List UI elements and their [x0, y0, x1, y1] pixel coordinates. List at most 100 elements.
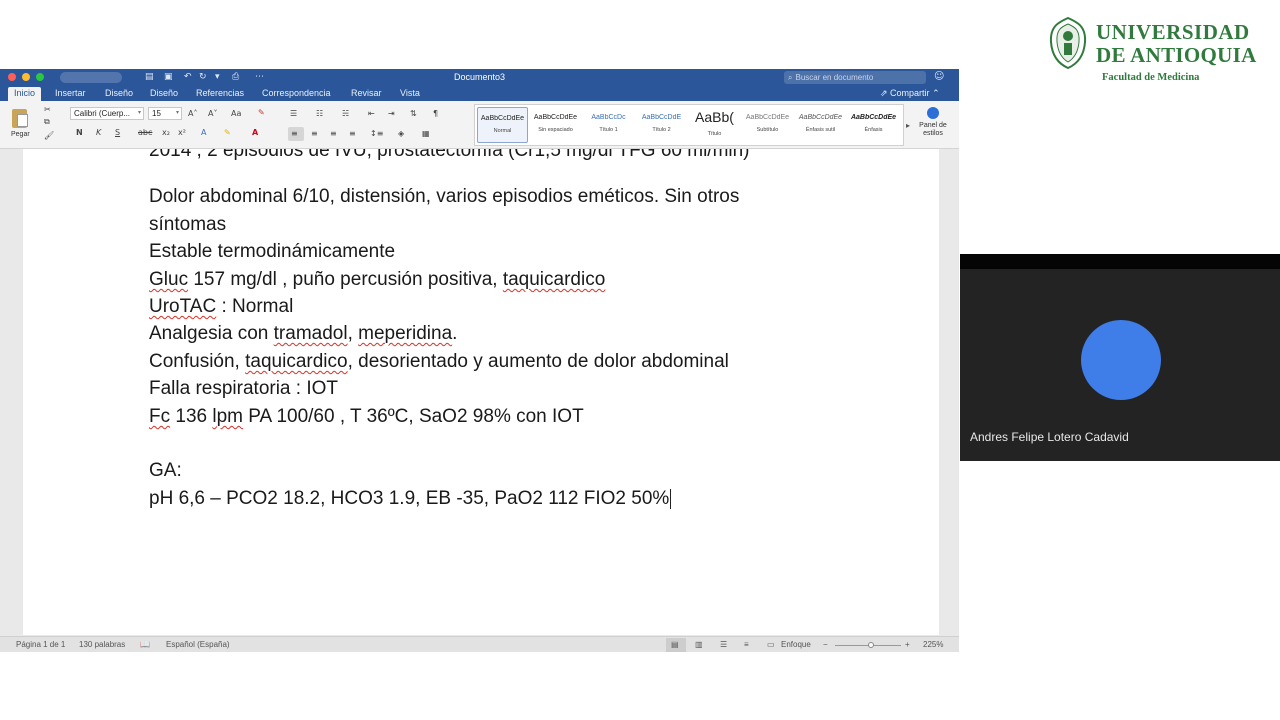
more-redo-icon[interactable]: ▾ — [215, 72, 220, 83]
spelling-flagged-word[interactable]: Fc — [149, 406, 170, 427]
sort-icon[interactable]: ⇅ — [410, 109, 417, 119]
justify-icon[interactable]: ≡ — [349, 129, 356, 139]
autosave-toggle[interactable] — [60, 72, 122, 83]
chevron-right-icon[interactable]: ▸ — [906, 121, 910, 130]
style-sample: AaBbCcDdEe — [533, 114, 578, 121]
zoom-level[interactable]: 225% — [923, 640, 943, 650]
text-cursor — [670, 488, 672, 509]
document-line: pH 6,6 – PCO2 18.2, HCO3 1.9, EB -35, Pa… — [149, 488, 672, 510]
italic-button[interactable]: K — [96, 128, 101, 138]
search-document-input[interactable]: ⌕ Buscar en documento — [784, 71, 926, 84]
customize-toolbar-icon[interactable]: ⋯ — [255, 72, 264, 83]
borders-icon[interactable]: ▦ — [422, 129, 430, 139]
minimize-window-button[interactable] — [22, 73, 30, 81]
style-titulo-2[interactable]: AaBbCcDdE Título 2 — [636, 107, 687, 143]
multilevel-list-icon[interactable]: ☵ — [342, 109, 349, 119]
cut-icon[interactable]: ✂ — [44, 105, 51, 115]
spelling-flagged-word[interactable]: taquicardico — [245, 351, 347, 372]
decrease-indent-icon[interactable]: ⇤ — [368, 109, 375, 119]
document-page[interactable]: 2014 , 2 episodios de IVU, prostatectomí… — [23, 149, 939, 635]
copy-icon[interactable]: ⧉ — [44, 117, 50, 127]
spelling-flagged-word[interactable]: meperidina — [358, 323, 452, 344]
spelling-flagged-word[interactable]: Gluc — [149, 269, 188, 290]
close-window-button[interactable] — [8, 73, 16, 81]
tab-vista[interactable]: Vista — [400, 88, 420, 99]
line-spacing-icon[interactable]: ↕≡ — [370, 129, 383, 139]
print-layout-icon[interactable]: ▤ — [671, 640, 679, 650]
tab-diseno-pagina[interactable]: Diseño — [150, 88, 178, 99]
page-count[interactable]: Página 1 de 1 — [16, 640, 65, 650]
draft-view-icon[interactable]: ≡ — [744, 640, 749, 650]
style-name: Normal — [493, 128, 512, 134]
style-titulo-1[interactable]: AaBbCcDc Título 1 — [583, 107, 634, 143]
share-button[interactable]: ⇗ Compartir ⌃ — [880, 88, 940, 99]
underline-button[interactable]: S — [115, 128, 120, 138]
sidebar-icon[interactable]: ▤ — [145, 72, 154, 83]
highlight-icon[interactable]: ✎ — [224, 128, 231, 138]
line-text: 157 mg/dl , puño percusión positiva, — [188, 269, 503, 290]
redo-icon[interactable]: ↻ — [199, 72, 207, 83]
change-case-icon[interactable]: Aa — [231, 109, 241, 119]
subscript-button[interactable]: x₂ — [162, 128, 170, 138]
save-icon[interactable]: ▣ — [164, 72, 173, 83]
tab-insertar[interactable]: Insertar — [55, 88, 86, 99]
style-titulo[interactable]: AaBb( Título — [689, 107, 740, 143]
styles-panel-button[interactable]: Panel de estilos — [918, 107, 948, 138]
style-enfasis[interactable]: AaBbCcDdEe Énfasis — [848, 107, 899, 143]
spelling-flagged-word[interactable]: tramadol — [274, 323, 348, 344]
tab-referencias[interactable]: Referencias — [196, 88, 244, 99]
focus-icon[interactable]: ▭ — [767, 640, 775, 650]
clear-formatting-icon[interactable]: ✎ — [258, 108, 265, 118]
paste-button[interactable] — [10, 105, 30, 131]
shading-icon[interactable]: ◈ — [398, 129, 404, 139]
print-icon[interactable]: ⎙ — [232, 72, 239, 83]
numbering-icon[interactable]: ☷ — [316, 109, 323, 119]
zoom-slider-thumb[interactable] — [868, 642, 875, 648]
word-count[interactable]: 130 palabras — [79, 640, 125, 650]
tab-revisar[interactable]: Revisar — [351, 88, 382, 99]
increase-indent-icon[interactable]: ⇥ — [388, 109, 395, 119]
undo-icon[interactable]: ↶ — [184, 72, 192, 83]
zoom-out-button[interactable]: − — [823, 640, 828, 650]
language[interactable]: Español (España) — [166, 640, 230, 650]
style-sample: AaBbCcDc — [591, 114, 626, 121]
participant-video-tile[interactable]: Andres Felipe Lotero Cadavid — [960, 254, 1280, 461]
shrink-font-icon[interactable]: A˅ — [208, 109, 217, 119]
align-left-icon[interactable]: ≡ — [291, 129, 298, 139]
style-sin-espaciado[interactable]: AaBbCcDdEe Sin espaciado — [530, 107, 581, 143]
show-marks-icon[interactable]: ¶ — [433, 109, 438, 119]
zoom-in-button[interactable]: + — [905, 640, 910, 650]
format-painter-icon[interactable]: 🖌 — [44, 131, 54, 141]
tab-diseno[interactable]: Diseño — [105, 88, 133, 99]
spelling-flagged-word[interactable]: taquicardico — [503, 269, 605, 290]
style-name: Énfasis sutil — [805, 127, 836, 133]
bold-button[interactable]: N — [76, 128, 83, 138]
spelling-flagged-word[interactable]: lpm — [212, 406, 243, 427]
chevron-down-icon: ▾ — [175, 110, 179, 116]
spelling-flagged-word[interactable]: UroTAC — [149, 296, 216, 317]
style-normal[interactable]: AaBbCcDdEe Normal — [477, 107, 528, 143]
strikethrough-button[interactable]: abc — [138, 128, 152, 138]
style-enfasis-sutil[interactable]: AaBbCcDdEe Énfasis sutil — [795, 107, 846, 143]
tab-inicio[interactable]: Inicio — [8, 87, 42, 101]
superscript-button[interactable]: x² — [178, 128, 186, 138]
tab-correspondencia[interactable]: Correspondencia — [262, 88, 331, 99]
participant-name: Andres Felipe Lotero Cadavid — [970, 430, 1129, 444]
feedback-smiley-icon[interactable]: ☺ — [934, 71, 944, 82]
focus-mode-button[interactable]: Enfoque — [781, 640, 811, 650]
align-right-icon[interactable]: ≡ — [330, 129, 337, 139]
line-text: , desorientado y aumento de dolor abdomi… — [347, 351, 729, 372]
proofing-icon[interactable]: 📖 — [140, 640, 150, 650]
web-layout-icon[interactable]: ▥ — [695, 640, 703, 650]
font-name-select[interactable]: Calibri (Cuerp... ▾ — [70, 107, 144, 120]
bullets-icon[interactable]: ☰ — [290, 109, 297, 119]
outline-view-icon[interactable]: ☰ — [720, 640, 727, 650]
align-center-icon[interactable]: ≡ — [311, 129, 318, 139]
font-color-icon[interactable]: A — [252, 128, 258, 138]
document-line-partial: 2014 , 2 episodios de IVU, prostatectomí… — [149, 149, 750, 162]
font-size-select[interactable]: 15 ▾ — [148, 107, 182, 120]
text-effects-icon[interactable]: A — [201, 128, 206, 138]
style-subtitulo[interactable]: AaBbCcDdEe Subtítulo — [742, 107, 793, 143]
grow-font-icon[interactable]: A˄ — [188, 109, 197, 119]
zoom-window-button[interactable] — [36, 73, 44, 81]
